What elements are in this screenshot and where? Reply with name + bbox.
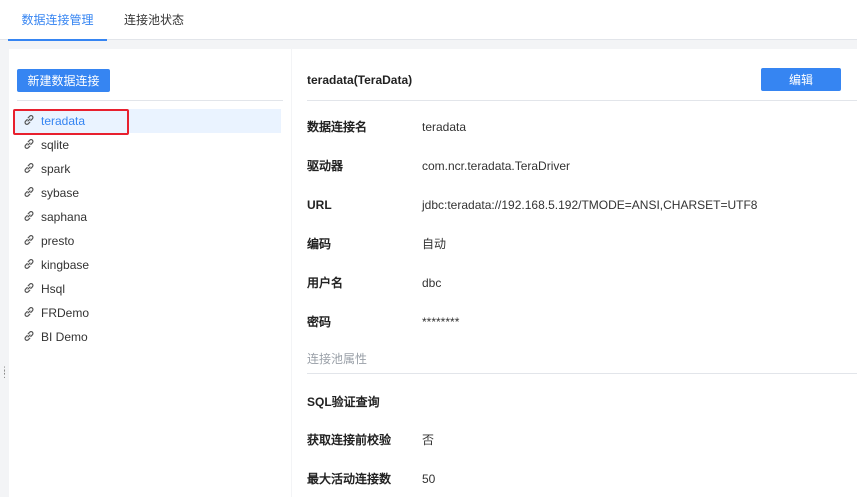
- connection-label: teradata: [41, 114, 86, 128]
- detail-title: teradata(TeraData): [307, 73, 413, 87]
- connection-label: Hsql: [41, 282, 66, 296]
- link-icon: [24, 163, 34, 173]
- link-icon: [24, 283, 34, 293]
- link-icon: [24, 115, 34, 125]
- connection-label: presto: [41, 234, 75, 248]
- link-icon: [24, 307, 34, 317]
- connection-label: kingbase: [41, 258, 90, 272]
- connection-label: saphana: [41, 210, 88, 224]
- connection-item-frdemo[interactable]: FRDemo: [13, 301, 281, 325]
- field-label: 用户名: [307, 276, 344, 290]
- field-label: SQL验证查询: [307, 395, 380, 409]
- divider: [307, 373, 857, 374]
- field-value: ********: [422, 315, 460, 329]
- field-label: 获取连接前校验: [307, 433, 392, 447]
- connection-label: sybase: [41, 186, 80, 200]
- field-label: 最大活动连接数: [307, 472, 392, 486]
- field-value: 自动: [422, 237, 447, 251]
- connection-item-sybase[interactable]: sybase: [13, 181, 281, 205]
- connection-detail-panel: teradata(TeraData) 编辑 数据连接名 teradata 驱动器…: [292, 49, 857, 497]
- connection-item-spark[interactable]: spark: [13, 157, 281, 181]
- field-label: URL: [307, 198, 332, 212]
- connection-item-saphana[interactable]: saphana: [13, 205, 281, 229]
- divider: [307, 100, 857, 101]
- connection-item-hsql[interactable]: Hsql: [13, 277, 281, 301]
- resize-handle[interactable]: ⋮ ⋮: [0, 366, 9, 382]
- new-connection-button[interactable]: 新建数据连接: [17, 69, 110, 92]
- connection-item-kingbase[interactable]: kingbase: [13, 253, 281, 277]
- link-icon: [24, 139, 34, 149]
- top-tab-bar: 数据连接管理 连接池状态: [0, 0, 857, 41]
- field-value: 50: [422, 472, 436, 486]
- divider: [17, 100, 283, 101]
- connection-list: teradata sqlite spark sybase saphana pre…: [13, 109, 281, 349]
- edit-button[interactable]: 编辑: [761, 68, 841, 91]
- field-label: 编码: [307, 237, 332, 251]
- link-icon: [24, 187, 34, 197]
- field-value: jdbc:teradata://192.168.5.192/TMODE=ANSI…: [422, 198, 758, 212]
- connection-list-panel: 新建数据连接 teradata sqlite spark sybase saph…: [9, 49, 291, 497]
- field-value: teradata: [422, 120, 467, 134]
- connection-item-presto[interactable]: presto: [13, 229, 281, 253]
- field-label: 数据连接名: [307, 120, 368, 134]
- field-label: 驱动器: [307, 159, 344, 173]
- link-icon: [24, 259, 34, 269]
- connection-label: BI Demo: [41, 330, 88, 344]
- connection-item-bi-demo[interactable]: BI Demo: [13, 325, 281, 349]
- link-icon: [24, 235, 34, 245]
- connection-label: spark: [41, 162, 71, 176]
- pool-section-title: 连接池属性: [307, 352, 368, 366]
- field-value: 否: [422, 433, 435, 447]
- tab-connection-pool-status[interactable]: 连接池状态: [124, 0, 184, 40]
- field-value: com.ncr.teradata.TeraDriver: [422, 159, 571, 173]
- tab-data-connection-management[interactable]: 数据连接管理: [8, 0, 107, 41]
- link-icon: [24, 211, 34, 221]
- connection-label: sqlite: [41, 138, 70, 152]
- field-value: dbc: [422, 276, 442, 290]
- connection-item-sqlite[interactable]: sqlite: [13, 133, 281, 157]
- connection-label: FRDemo: [41, 306, 90, 320]
- link-icon: [24, 331, 34, 341]
- connection-item-teradata[interactable]: teradata: [13, 109, 281, 133]
- field-label: 密码: [307, 315, 332, 329]
